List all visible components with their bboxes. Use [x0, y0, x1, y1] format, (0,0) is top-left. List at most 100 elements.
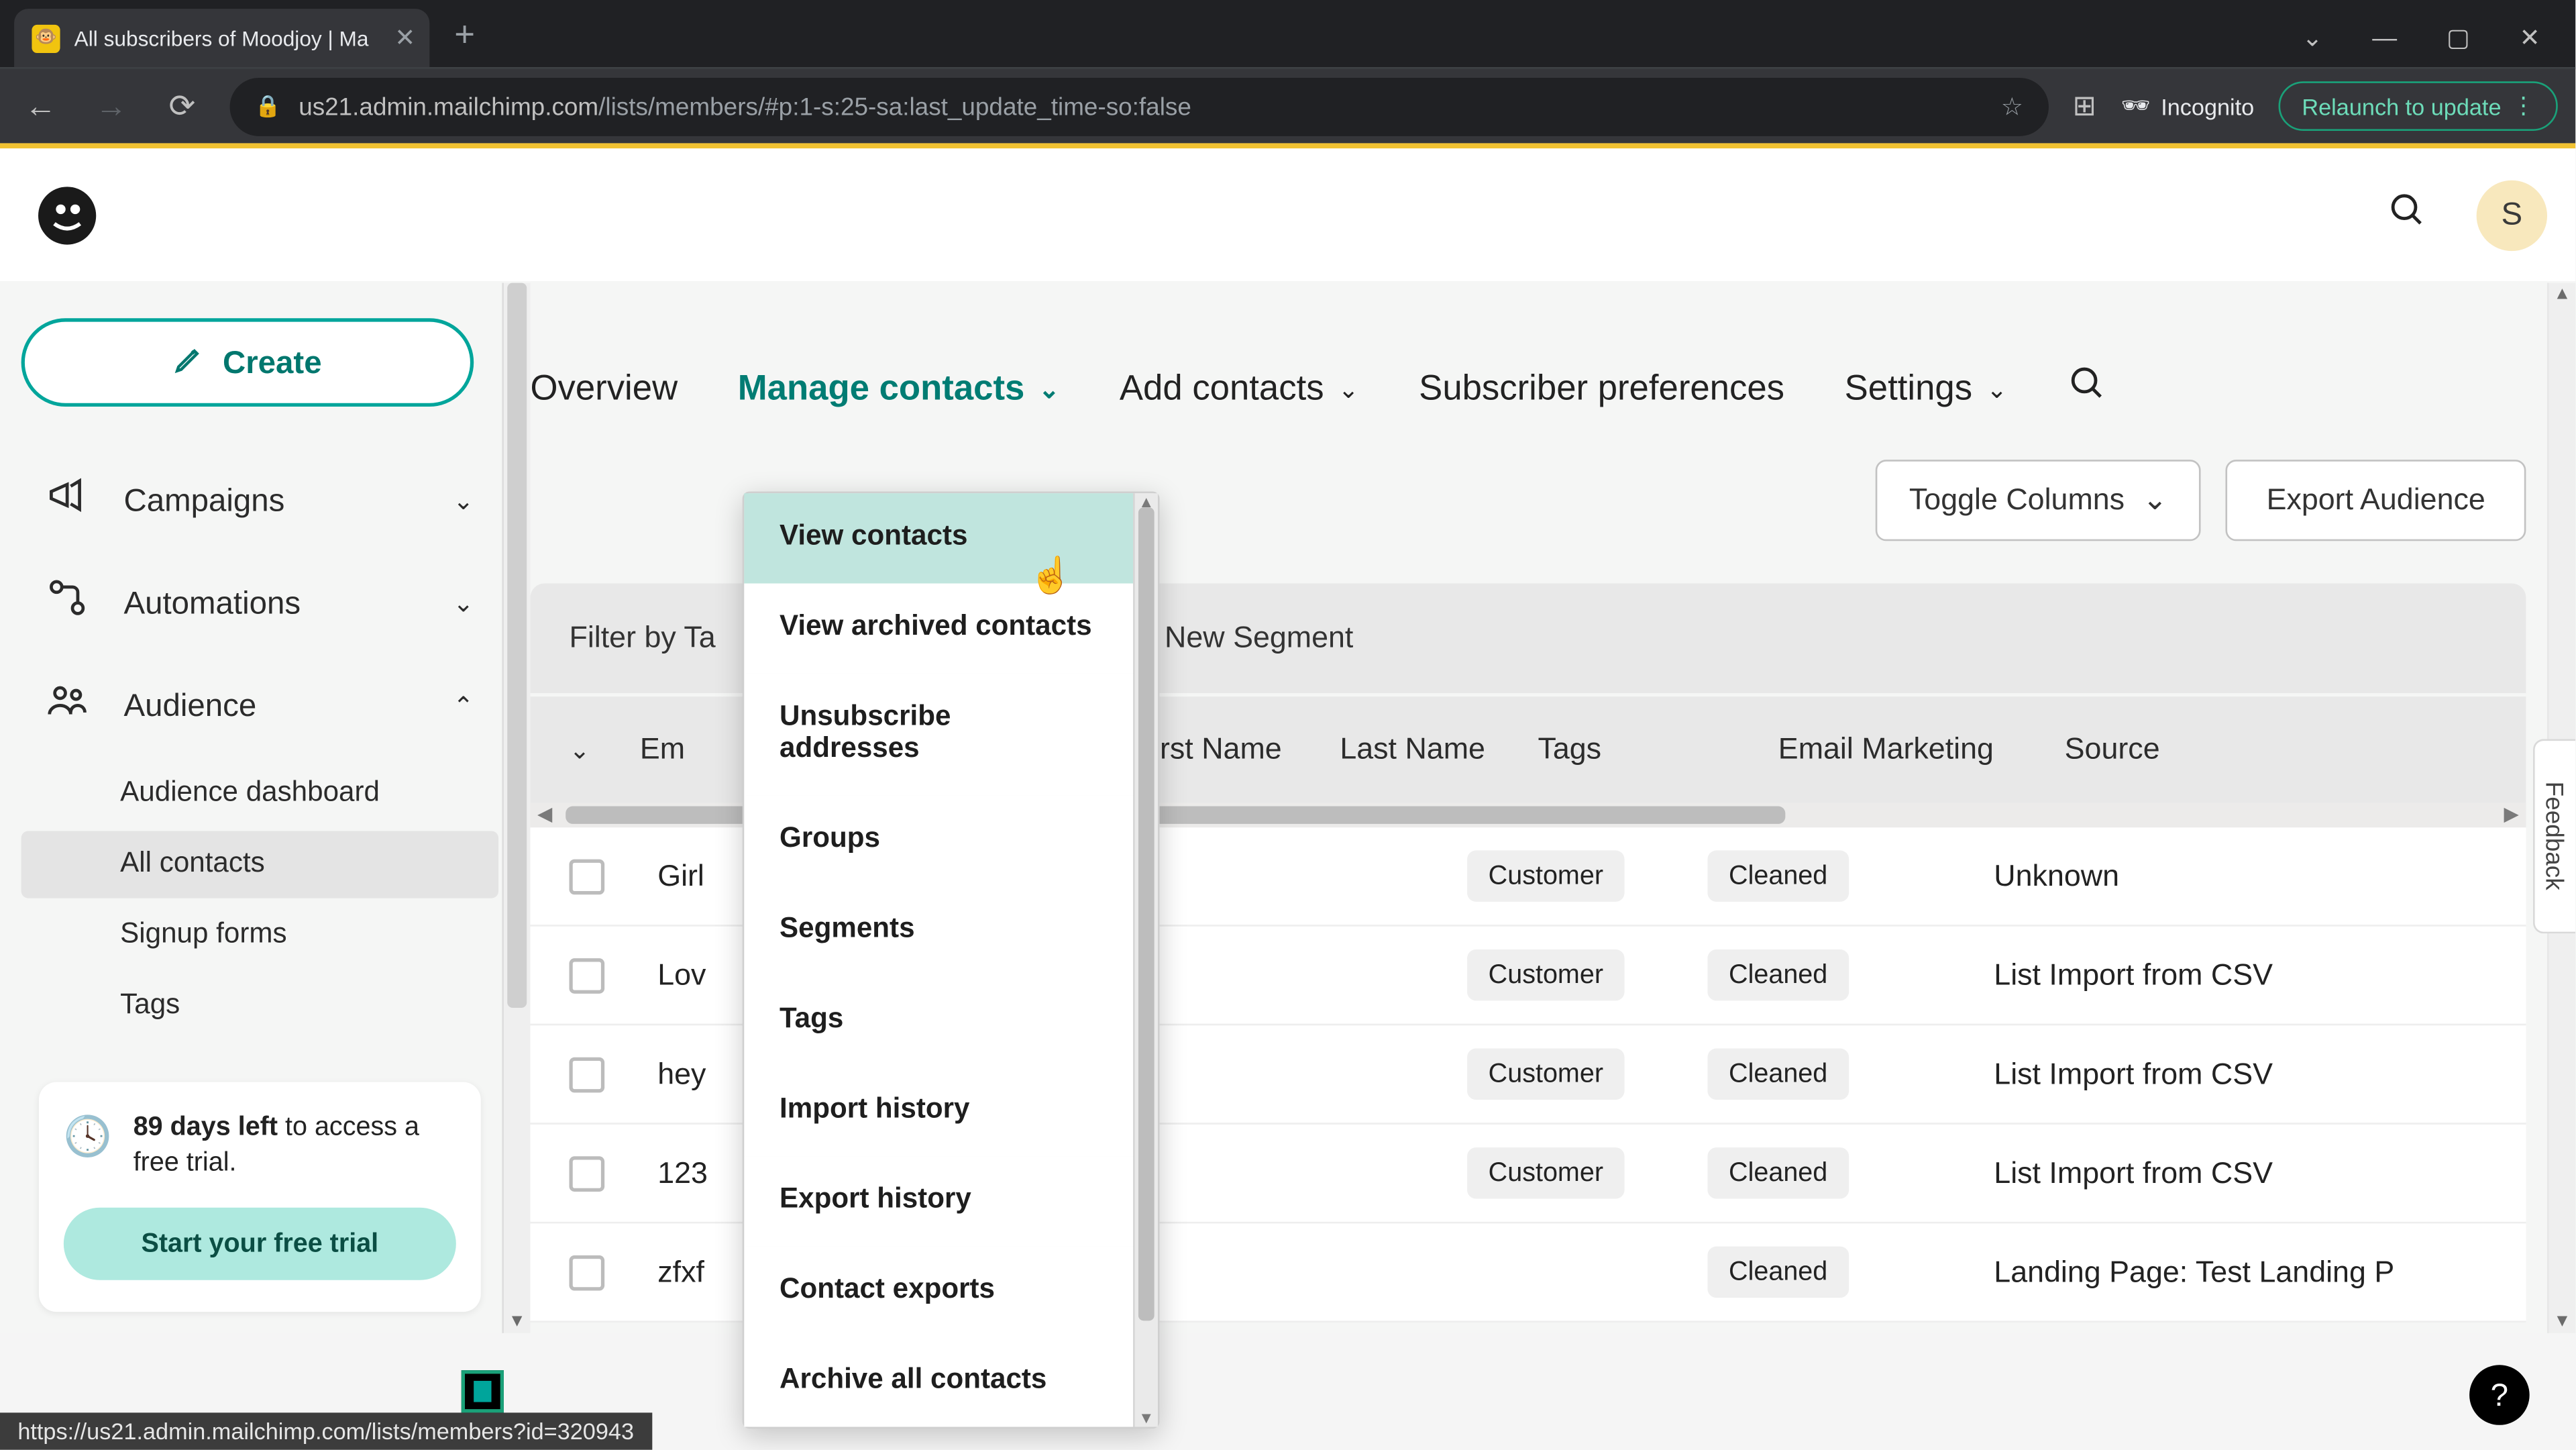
chevron-down-icon: ⌄ — [453, 485, 474, 515]
browser-status-bar: https://us21.admin.mailchimp.com/lists/m… — [0, 1412, 651, 1449]
expand-all-icon[interactable]: ⌄ — [569, 735, 639, 765]
scroll-left-icon[interactable]: ◀ — [537, 802, 552, 825]
export-audience-button[interactable]: Export Audience — [2226, 460, 2526, 541]
dd-view-contacts[interactable]: View contacts — [744, 493, 1133, 583]
reload-button[interactable]: ⟳ — [159, 87, 205, 124]
browser-tab[interactable]: 🐵 All subscribers of Moodjoy | Ma ✕ — [14, 9, 429, 67]
cell-email-marketing: Cleaned — [1707, 850, 1994, 901]
create-button[interactable]: Create — [21, 318, 474, 407]
tab-overview[interactable]: Overview — [531, 368, 678, 409]
dd-export-history[interactable]: Export history — [744, 1156, 1133, 1246]
sidebar-item-audience[interactable]: Audience ⌃ — [21, 654, 498, 757]
extensions-icon[interactable]: ⊞ — [2073, 89, 2096, 124]
filter-by-tags[interactable]: Filter by Ta — [569, 621, 715, 656]
dd-groups[interactable]: Groups — [744, 796, 1133, 886]
brand-accent-strip — [0, 143, 2575, 148]
col-first-name[interactable]: First Name — [1135, 732, 1340, 768]
intercom-launcher-icon[interactable] — [462, 1370, 504, 1412]
page-tabs: Overview Manage contacts ⌄ Add contacts … — [531, 283, 2576, 450]
sidebar-item-label: Automations — [123, 584, 301, 621]
sidebar-item-label: Audience — [123, 687, 256, 724]
chevron-down-icon: ⌄ — [1038, 374, 1059, 404]
sidebar-item-campaigns[interactable]: Campaigns ⌄ — [21, 449, 498, 552]
cell-source: Landing Page: Test Landing P — [1994, 1255, 2487, 1290]
dd-segments[interactable]: Segments — [744, 886, 1133, 976]
sidebar-sub-tags[interactable]: Tags — [21, 972, 498, 1039]
chrome-tabsearch-icon[interactable]: ⌄ — [2302, 23, 2323, 53]
row-checkbox[interactable] — [569, 1255, 604, 1290]
sidebar-item-automations[interactable]: Automations ⌄ — [21, 552, 498, 654]
dd-unsubscribe-addresses[interactable]: Unsubscribe addresses — [744, 674, 1133, 796]
col-tags[interactable]: Tags — [1538, 732, 1778, 768]
scroll-right-icon[interactable]: ▶ — [2504, 802, 2519, 825]
sidebar-item-label: Campaigns — [123, 482, 284, 519]
sidebar-sub-signup-forms[interactable]: Signup forms — [21, 902, 498, 969]
tab-manage-contacts[interactable]: Manage contacts ⌄ — [738, 368, 1060, 409]
row-checkbox[interactable] — [569, 1056, 604, 1092]
row-checkbox[interactable] — [569, 1155, 604, 1191]
feedback-tab[interactable]: Feedback — [2533, 739, 2575, 933]
browser-toolbar: ← → ⟳ 🔒 us21.admin.mailchimp.com/lists/m… — [0, 67, 2575, 143]
address-bar[interactable]: 🔒 us21.admin.mailchimp.com/lists/members… — [230, 77, 2048, 136]
tab-close-icon[interactable]: ✕ — [394, 23, 415, 53]
browser-titlebar: 🐵 All subscribers of Moodjoy | Ma ✕ + ⌄ … — [0, 0, 2575, 67]
scroll-down-icon[interactable]: ▼ — [1135, 1409, 1158, 1427]
tab-title: All subscribers of Moodjoy | Ma — [74, 25, 381, 50]
dd-import-history[interactable]: Import history — [744, 1066, 1133, 1156]
cell-tags: Customer — [1467, 850, 1707, 901]
dd-contact-exports[interactable]: Contact exports — [744, 1247, 1133, 1337]
back-button[interactable]: ← — [17, 87, 64, 124]
start-trial-button[interactable]: Start your free trial — [64, 1206, 456, 1279]
tab-subscriber-preferences[interactable]: Subscriber preferences — [1419, 368, 1784, 409]
lock-icon: 🔒 — [254, 94, 280, 119]
manage-contacts-dropdown: View contacts View archived contacts Uns… — [743, 492, 1160, 1429]
scroll-up-icon[interactable]: ▲ — [2549, 284, 2576, 304]
clock-icon: 🕓 — [64, 1110, 112, 1182]
chevron-down-icon: ⌄ — [2142, 482, 2167, 518]
bookmark-star-icon[interactable]: ☆ — [2001, 91, 2023, 121]
url-text: us21.admin.mailchimp.com/lists/members/#… — [299, 92, 1983, 120]
header-search-icon[interactable] — [2388, 190, 2427, 240]
dd-archive-all-contacts[interactable]: Archive all contacts — [744, 1337, 1133, 1427]
cell-source: List Import from CSV — [1994, 957, 2487, 993]
window-maximize-icon[interactable]: ▢ — [2447, 23, 2470, 53]
mailchimp-logo-icon[interactable] — [28, 176, 106, 254]
sidebar-scrollbar[interactable]: ▲ ▼ — [502, 283, 530, 1333]
col-last-name[interactable]: Last Name — [1340, 732, 1538, 768]
dropdown-scrollbar[interactable]: ▲ ▼ — [1133, 493, 1158, 1427]
favicon-icon: 🐵 — [32, 24, 60, 52]
col-email-marketing[interactable]: Email Marketing — [1778, 732, 2065, 768]
scrollbar-thumb[interactable] — [507, 283, 527, 1008]
relaunch-button[interactable]: Relaunch to update⋮ — [2279, 81, 2558, 131]
flow-icon — [46, 576, 93, 629]
new-tab-button[interactable]: + — [429, 16, 500, 67]
incognito-icon: 🕶 — [2121, 92, 2151, 120]
trial-alert: 🕓 89 days left to access a free trial. S… — [39, 1082, 481, 1311]
sidebar-sub-all-contacts[interactable]: All contacts — [21, 831, 498, 898]
help-fab[interactable]: ? — [2469, 1365, 2530, 1425]
row-checkbox[interactable] — [569, 957, 604, 993]
scroll-down-icon[interactable]: ▼ — [504, 1311, 531, 1331]
cursor-icon: ☝️ — [1029, 554, 1073, 598]
cell-source: Unknown — [1994, 858, 2487, 894]
chevron-down-icon: ⌄ — [453, 588, 474, 618]
avatar[interactable]: S — [2477, 179, 2547, 250]
dd-view-archived-contacts[interactable]: View archived contacts — [744, 584, 1133, 674]
scrollbar-thumb[interactable] — [1138, 507, 1155, 1320]
app-header: S — [0, 148, 2575, 282]
contacts-search-icon[interactable] — [2068, 364, 2106, 414]
chevron-down-icon: ⌄ — [1986, 374, 2007, 404]
pencil-icon — [173, 342, 205, 383]
window-minimize-icon[interactable]: — — [2372, 23, 2397, 53]
window-close-icon[interactable]: ✕ — [2520, 23, 2540, 53]
dd-tags[interactable]: Tags — [744, 976, 1133, 1066]
toggle-columns-button[interactable]: Toggle Columns ⌄ — [1876, 460, 2201, 541]
chevron-down-icon: ⌄ — [1338, 374, 1359, 404]
row-checkbox[interactable] — [569, 858, 604, 894]
tab-settings[interactable]: Settings ⌄ — [1845, 368, 2007, 409]
sidebar-sub-audience-dashboard[interactable]: Audience dashboard — [21, 760, 498, 827]
scroll-down-icon[interactable]: ▼ — [2549, 1311, 2576, 1331]
tab-add-contacts[interactable]: Add contacts ⌄ — [1120, 368, 1359, 409]
col-source[interactable]: Source — [2065, 732, 2487, 768]
new-segment-button[interactable]: New Segment — [1165, 621, 1353, 656]
